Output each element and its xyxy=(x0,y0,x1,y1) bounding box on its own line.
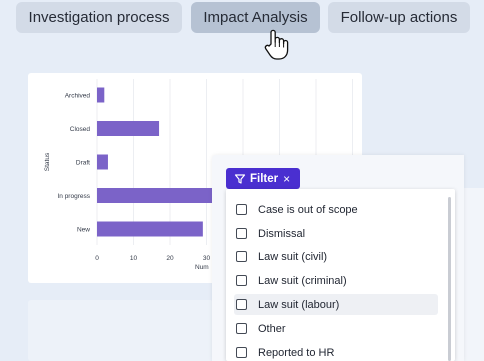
x-axis-title: Num xyxy=(195,264,209,271)
tab-investigation-process[interactable]: Investigation process xyxy=(16,2,182,33)
option-dismissal[interactable]: Dismissal xyxy=(234,223,438,244)
bar-closed xyxy=(97,121,160,136)
category-label-draft: Draft xyxy=(76,159,90,166)
option-label: Dismissal xyxy=(258,227,306,240)
checkbox[interactable] xyxy=(236,323,247,334)
checkbox[interactable] xyxy=(236,275,247,286)
option-label: Other xyxy=(258,322,286,335)
checkbox[interactable] xyxy=(236,251,247,262)
category-label-closed: Closed xyxy=(70,126,91,133)
option-reported-to-hr[interactable]: Reported to HR xyxy=(234,342,438,361)
option-case-out-of-scope[interactable]: Case is out of scope xyxy=(234,199,438,220)
bar-archived xyxy=(97,87,105,103)
option-law-suit-civil[interactable]: Law suit (civil) xyxy=(234,246,438,267)
x-tick-label-2: 20 xyxy=(166,255,174,262)
dropdown-scrollbar[interactable] xyxy=(448,197,451,361)
checkbox[interactable] xyxy=(236,204,247,215)
filter-icon xyxy=(234,173,246,184)
bar-draft xyxy=(97,154,108,170)
x-tick-label-0: 0 xyxy=(95,255,99,262)
close-icon[interactable]: × xyxy=(283,173,290,185)
option-label: Reported to HR xyxy=(258,346,335,359)
option-law-suit-labour[interactable]: Law suit (labour) xyxy=(234,294,438,315)
y-axis-title: Status xyxy=(44,152,51,171)
checkbox[interactable] xyxy=(236,347,247,358)
category-label-new: New xyxy=(77,226,90,233)
option-label: Law suit (criminal) xyxy=(258,274,347,287)
option-law-suit-criminal[interactable]: Law suit (criminal) xyxy=(234,270,438,291)
tab-bar: Investigation process Impact Analysis Fo… xyxy=(0,0,484,50)
x-tick-label-3: 30 xyxy=(203,255,211,262)
option-label: Law suit (labour) xyxy=(258,298,340,311)
filter-label: Filter xyxy=(250,172,279,185)
category-label-archived: Archived xyxy=(65,92,91,99)
option-label: Case is out of scope xyxy=(258,203,358,216)
tab-impact-analysis[interactable]: Impact Analysis xyxy=(191,2,320,33)
secondary-chart-card xyxy=(28,300,213,361)
bar-new xyxy=(97,221,203,237)
option-other[interactable]: Other xyxy=(234,318,438,339)
category-label-in-progress: In progress xyxy=(57,193,90,200)
x-tick-label-1: 10 xyxy=(130,255,138,262)
filter-options-dropdown: Case is out of scope Dismissal Law suit … xyxy=(226,189,455,361)
checkbox[interactable] xyxy=(236,228,247,239)
checkbox[interactable] xyxy=(236,299,247,310)
filter-chip[interactable]: Filter × xyxy=(226,168,300,189)
hand-pointer-cursor-icon xyxy=(264,29,289,60)
option-label: Law suit (civil) xyxy=(258,250,328,263)
tab-follow-up-actions[interactable]: Follow-up actions xyxy=(328,2,470,33)
